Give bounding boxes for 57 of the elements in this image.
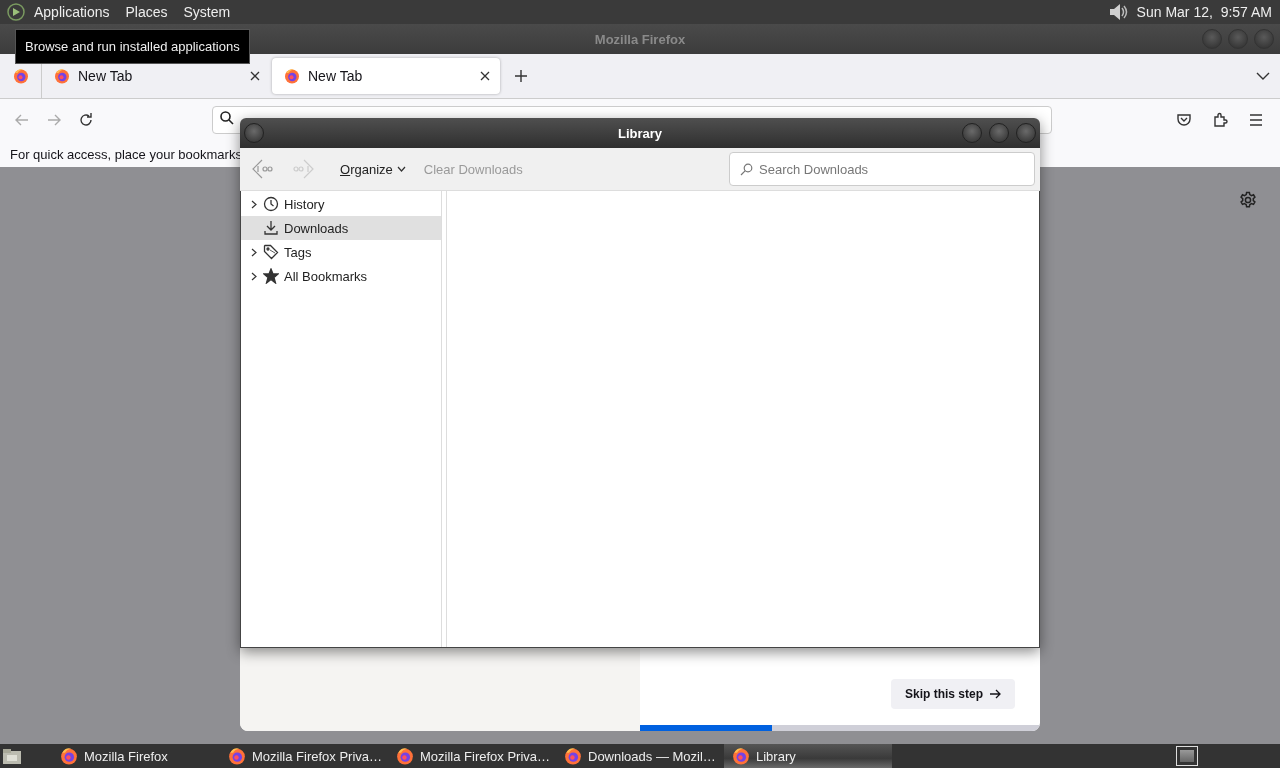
- search-field[interactable]: Search Downloads: [729, 152, 1035, 186]
- pocket-icon[interactable]: [1176, 112, 1192, 128]
- taskbar-item[interactable]: Mozilla Firefox Priva…: [388, 744, 556, 768]
- firefox-icon: [228, 747, 246, 765]
- taskbar-item[interactable]: Mozilla Firefox: [52, 744, 220, 768]
- taskbar-item[interactable]: Library: [724, 744, 892, 768]
- settings-icon[interactable]: [1239, 191, 1257, 209]
- caret-icon: [396, 166, 406, 172]
- panel-menu[interactable]: Places: [117, 4, 176, 20]
- clock-icon: [263, 196, 279, 212]
- download-icon: [263, 220, 279, 236]
- clock: Sun Mar 12, 9:57 AM: [1136, 4, 1272, 20]
- sidebar-item[interactable]: Tags: [241, 240, 441, 264]
- panel-menu[interactable]: Applications: [26, 4, 118, 20]
- puzzle-icon[interactable]: [1212, 112, 1228, 128]
- new-tab-icon[interactable]: [514, 69, 528, 83]
- panel-menu[interactable]: System: [175, 4, 239, 20]
- maximize-button[interactable]: [989, 123, 1009, 143]
- chevron-down-icon[interactable]: [1256, 71, 1270, 81]
- close-button[interactable]: [1016, 123, 1036, 143]
- minimize-button[interactable]: [962, 123, 982, 143]
- firefox-icon: [732, 747, 750, 765]
- firefox-icon: [396, 747, 414, 765]
- search-icon: [219, 110, 235, 126]
- tag-icon: [263, 244, 279, 260]
- chevron-right-icon[interactable]: [249, 247, 258, 257]
- window-title: Mozilla Firefox: [594, 31, 686, 47]
- skip-button[interactable]: Skip this step: [890, 679, 1015, 709]
- search-icon: [740, 162, 753, 176]
- close-icon[interactable]: [480, 71, 490, 81]
- organize-menu[interactable]: Organize: [340, 161, 406, 177]
- taskbar-item[interactable]: Mozilla Firefox Priva…: [220, 744, 388, 768]
- workspace-switcher[interactable]: [1176, 746, 1198, 766]
- menu-icon[interactable]: [1248, 112, 1264, 128]
- window-menu-button[interactable]: [244, 123, 264, 143]
- star-icon: [263, 268, 279, 284]
- taskbar-item[interactable]: Downloads — Mozil…: [556, 744, 724, 768]
- bookmarks-hint: For quick access, place your bookmarks: [10, 146, 242, 162]
- window-title: Library: [617, 125, 663, 141]
- firefox-icon: [12, 68, 29, 84]
- browser-tab[interactable]: New Tab: [272, 58, 500, 94]
- app-menu-icon[interactable]: [6, 2, 26, 22]
- chevron-right-icon[interactable]: [249, 271, 258, 281]
- firefox-icon: [564, 747, 582, 765]
- sidebar-item[interactable]: History: [241, 192, 441, 216]
- sidebar-item[interactable]: Downloads: [241, 216, 441, 240]
- show-desktop-icon[interactable]: [2, 747, 22, 765]
- sidebar-item[interactable]: All Bookmarks: [241, 264, 441, 288]
- arrow-right-icon: [989, 689, 1001, 699]
- firefox-icon: [284, 68, 300, 84]
- tooltip: Browse and run installed applications: [15, 29, 250, 64]
- reload-icon[interactable]: [78, 112, 94, 128]
- firefox-icon: [60, 747, 78, 765]
- search-placeholder: Search Downloads: [759, 161, 869, 177]
- chevron-right-icon[interactable]: [249, 199, 258, 209]
- close-icon[interactable]: [250, 71, 260, 81]
- firefox-icon: [54, 68, 70, 84]
